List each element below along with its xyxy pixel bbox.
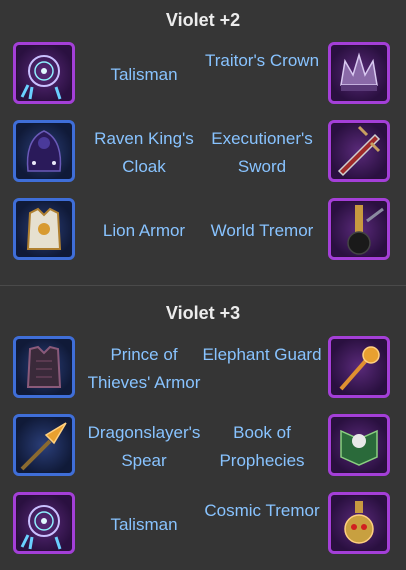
item-row: Prince of Thieves' Armor Elephant Guard bbox=[0, 334, 406, 404]
item-name[interactable]: Talisman bbox=[82, 511, 206, 539]
item-row: Lion Armor World Tremor bbox=[0, 196, 406, 266]
item-name[interactable]: Prince of Thieves' Armor bbox=[82, 341, 206, 397]
item-name[interactable]: Cosmic Tremor bbox=[200, 497, 324, 525]
item-name[interactable]: Elephant Guard bbox=[200, 341, 324, 369]
armor-icon[interactable] bbox=[13, 198, 75, 260]
item-row: Dragonslayer's Spear Book of Prophecies bbox=[0, 412, 406, 482]
item-name-text: Executioner's Sword bbox=[211, 129, 313, 176]
item-name-text: Prince of Thieves' Armor bbox=[87, 345, 201, 392]
talisman-icon[interactable] bbox=[13, 492, 75, 554]
section-title: Violet +2 bbox=[165, 10, 241, 30]
item-name-text: Elephant Guard bbox=[202, 345, 322, 364]
item-name-text: Raven King's Cloak bbox=[94, 129, 194, 176]
item-name[interactable]: Raven King's Cloak bbox=[82, 125, 206, 181]
item-name-text: Traitor's Crown bbox=[204, 51, 320, 70]
book-icon[interactable] bbox=[328, 414, 390, 476]
item-name-text: Book of Prophecies bbox=[219, 423, 305, 470]
item-name[interactable]: Talisman bbox=[82, 61, 206, 89]
item-name[interactable]: Book of Prophecies bbox=[200, 419, 324, 475]
sword-icon[interactable] bbox=[328, 120, 390, 182]
item-name-text: Dragonslayer's Spear bbox=[87, 423, 201, 470]
cloak-icon[interactable] bbox=[13, 120, 75, 182]
item-row: Talisman Cosmic Tremor bbox=[0, 490, 406, 560]
leather-armor-icon[interactable] bbox=[13, 336, 75, 398]
item-name[interactable]: Lion Armor bbox=[82, 217, 206, 245]
talisman-icon[interactable] bbox=[13, 42, 75, 104]
section-violet-3: Violet +3 Prince of Thieves' Armor Eleph… bbox=[0, 285, 406, 570]
item-name[interactable]: Dragonslayer's Spear bbox=[82, 419, 206, 475]
mace-icon[interactable] bbox=[328, 198, 390, 260]
item-row: Talisman Traitor's Crown bbox=[0, 40, 406, 110]
item-name[interactable]: Executioner's Sword bbox=[200, 125, 324, 181]
item-row: Raven King's Cloak Executioner's Sword bbox=[0, 118, 406, 188]
section-violet-2: Violet +2 Talisman Traitor's Crown Raven… bbox=[0, 0, 406, 285]
item-name[interactable]: Traitor's Crown bbox=[200, 47, 324, 75]
section-title: Violet +3 bbox=[165, 303, 241, 323]
item-name[interactable]: World Tremor bbox=[200, 217, 324, 245]
crown-icon[interactable] bbox=[328, 42, 390, 104]
scepter-icon[interactable] bbox=[328, 336, 390, 398]
spear-icon[interactable] bbox=[13, 414, 75, 476]
skull-flask-icon[interactable] bbox=[328, 492, 390, 554]
item-name-text: Cosmic Tremor bbox=[204, 501, 320, 520]
